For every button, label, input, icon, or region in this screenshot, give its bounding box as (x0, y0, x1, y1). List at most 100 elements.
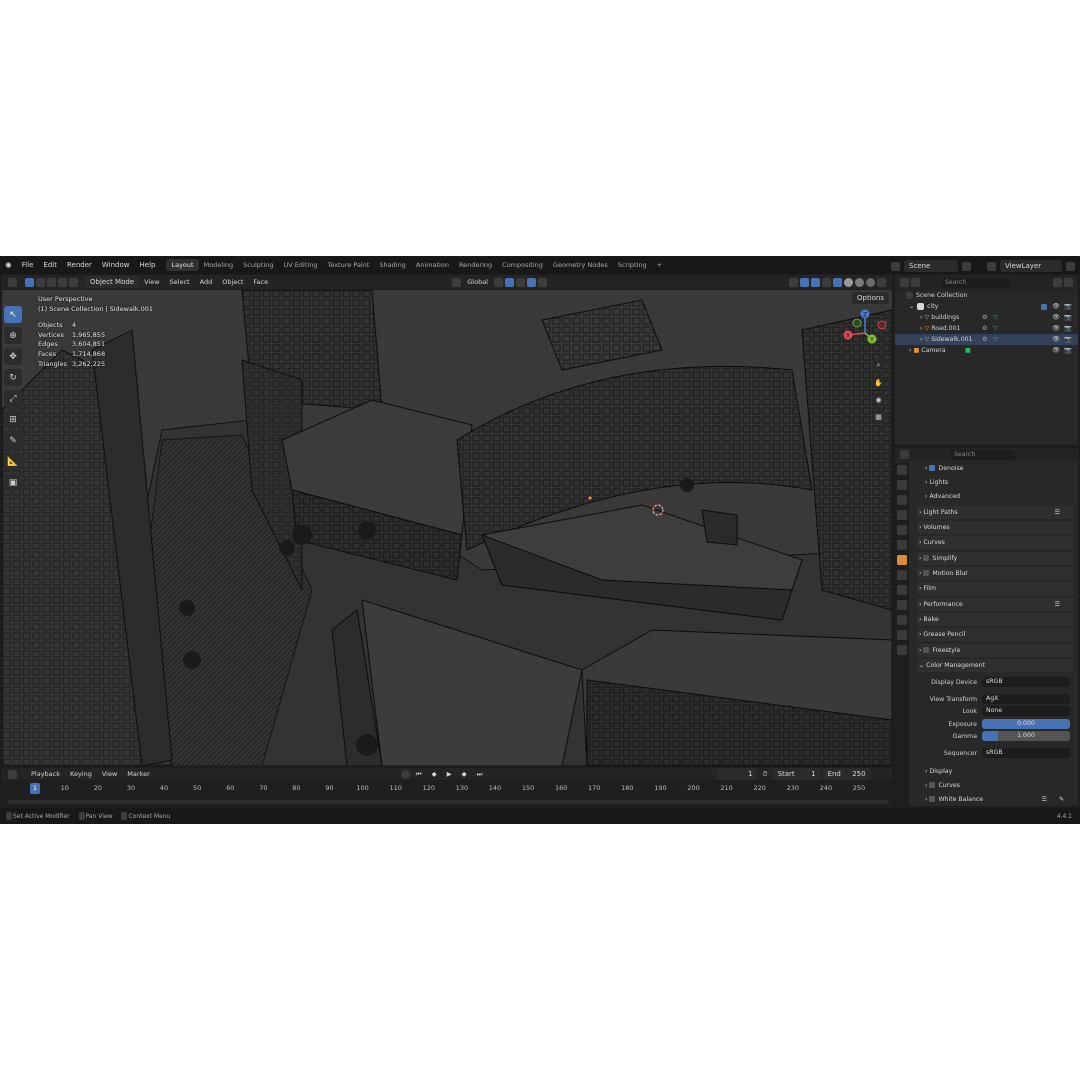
section-volumes[interactable]: › Volumes (917, 521, 1074, 534)
render-camera-icon[interactable]: 📷 (1064, 323, 1072, 334)
camera-view-icon[interactable]: ◉ (872, 393, 885, 406)
expand-arrow-icon[interactable]: › (920, 336, 922, 343)
move-tool-icon[interactable]: ✥ (4, 348, 22, 365)
current-frame-field[interactable]: 1 (717, 768, 758, 780)
clock-icon[interactable]: ⏱ (757, 770, 772, 779)
next-key-icon[interactable]: ◆ (457, 770, 472, 778)
section-motion-blur[interactable]: › Motion Blur (917, 567, 1074, 580)
xray-icon[interactable] (822, 277, 831, 287)
menu-select[interactable]: Select (165, 278, 195, 286)
timeline-keying-menu[interactable]: Keying (65, 770, 97, 778)
transform-orientation-icon[interactable] (452, 277, 462, 287)
expand-arrow-icon[interactable]: › (909, 347, 911, 354)
outliner-row-buildings[interactable]: › ▽ buildings ⚙ ▽ 👁 📷 (895, 312, 1078, 323)
visibility-eye-icon[interactable]: 👁 (1052, 345, 1060, 356)
expand-arrow-icon[interactable]: › (920, 325, 922, 332)
view-layer-field[interactable]: ViewLayer (1000, 260, 1062, 272)
transform-tool-icon[interactable]: ⊞ (4, 411, 22, 428)
scene-field[interactable]: Scene (904, 260, 958, 272)
modifier-tab-icon[interactable] (897, 570, 907, 580)
curves-checkbox[interactable] (929, 782, 936, 788)
menu-help[interactable]: Help (135, 261, 161, 269)
3d-viewport[interactable]: User Perspective (1) Scene Collection | … (2, 290, 892, 766)
start-frame-field[interactable]: Start 1 (772, 768, 821, 780)
denoise-row[interactable]: › Denoise (925, 462, 1074, 475)
select-subtract-icon[interactable] (47, 277, 56, 287)
timeline-marker-menu[interactable]: Marker (122, 770, 154, 778)
outliner-row-road[interactable]: › ▽ Road.001 ⚙ ▽ 👁 📷 (895, 323, 1078, 334)
display-mode-icon[interactable] (911, 278, 920, 287)
tool-tab-icon[interactable] (897, 465, 907, 475)
menu-window[interactable]: Window (97, 261, 135, 269)
tab-modeling[interactable]: Modeling (199, 259, 239, 271)
outliner-editor-icon[interactable] (900, 278, 909, 287)
zoom-icon[interactable]: ⌕ (872, 359, 885, 372)
mode-dropdown[interactable]: Object Mode (85, 276, 140, 288)
scene-icon[interactable] (891, 261, 900, 271)
tab-rendering[interactable]: Rendering (454, 259, 497, 271)
freestyle-checkbox[interactable] (923, 647, 930, 653)
sequencer-dropdown[interactable]: sRGB (982, 748, 1070, 758)
navigation-gizmo[interactable]: Z X Y (840, 308, 890, 358)
scale-tool-icon[interactable]: ⤢ (4, 390, 22, 407)
section-curves[interactable]: › Curves (917, 536, 1074, 549)
menu-object[interactable]: Object (217, 278, 248, 286)
render-camera-icon[interactable]: 📷 (1064, 301, 1072, 312)
section-performance[interactable]: › Performance ☰ (917, 598, 1074, 611)
outliner-row-camera[interactable]: › ■ Camera ■ 👁 📷 (895, 345, 1078, 356)
shading-material-icon[interactable] (855, 277, 864, 287)
tab-texture-paint[interactable]: Texture Paint (322, 259, 374, 271)
display-subpanel[interactable]: › Display (925, 765, 1074, 778)
menu-file[interactable]: File (17, 261, 39, 269)
view-layer-icon[interactable] (987, 261, 996, 271)
section-bake[interactable]: › Bake (917, 613, 1074, 626)
visibility-eye-icon[interactable]: 👁 (1052, 334, 1060, 345)
denoise-checkbox[interactable] (929, 465, 936, 471)
physics-tab-icon[interactable] (897, 600, 907, 610)
exposure-slider[interactable]: 0.000 (982, 719, 1070, 729)
menu-render[interactable]: Render (62, 261, 97, 269)
jump-end-icon[interactable]: ⏭ (472, 770, 488, 779)
prev-key-icon[interactable]: ◆ (427, 770, 442, 778)
simplify-checkbox[interactable] (923, 555, 930, 561)
tab-uv-editing[interactable]: UV Editing (279, 259, 323, 271)
snap-target-icon[interactable] (516, 277, 525, 287)
visibility-eye-icon[interactable]: 👁 (1052, 323, 1060, 334)
filter-icon[interactable] (1053, 278, 1062, 287)
render-tab-icon[interactable] (897, 480, 907, 490)
tab-layout[interactable]: Layout (166, 259, 199, 271)
world-tab-icon[interactable] (897, 540, 907, 550)
select-intersect-icon[interactable] (69, 277, 78, 287)
view-transform-dropdown[interactable]: AgX (982, 694, 1070, 704)
outliner-search-input[interactable]: Search (941, 277, 1011, 288)
list-icon[interactable]: ☰ (1041, 793, 1047, 806)
section-freestyle[interactable]: › Freestyle (917, 644, 1074, 657)
material-tab-icon[interactable] (897, 645, 907, 655)
shading-options-icon[interactable] (877, 277, 886, 287)
select-invert-icon[interactable] (58, 277, 67, 287)
measure-tool-icon[interactable]: 📐 (4, 453, 22, 470)
constraints-tab-icon[interactable] (897, 615, 907, 625)
lights-subpanel[interactable]: › Lights (925, 476, 1074, 489)
expand-arrow-icon[interactable]: ⌄ (909, 303, 914, 310)
select-extend-icon[interactable] (36, 277, 45, 287)
advanced-subpanel[interactable]: › Advanced (925, 490, 1074, 503)
blender-logo-icon[interactable]: ✺ (0, 261, 17, 270)
curves-subpanel[interactable]: › Curves (925, 779, 1074, 792)
section-grease-pencil[interactable]: › Grease Pencil (917, 628, 1074, 641)
view-layer-tab-icon[interactable] (897, 510, 907, 520)
jump-start-icon[interactable]: ⏮ (411, 770, 427, 779)
menu-edit[interactable]: Edit (38, 261, 62, 269)
perspective-grid-icon[interactable]: ▦ (872, 410, 885, 423)
new-view-layer-icon[interactable] (1066, 261, 1075, 271)
proportional-edit-icon[interactable] (527, 277, 536, 287)
section-color-management[interactable]: ⌄ Color Management (917, 659, 1074, 672)
tab-sculpting[interactable]: Sculpting (238, 259, 278, 271)
tab-shading[interactable]: Shading (374, 259, 410, 271)
exclude-checkbox[interactable] (1041, 303, 1047, 310)
eyedropper-icon[interactable]: ✎ (1059, 793, 1064, 806)
timeline-view-menu[interactable]: View (97, 770, 122, 778)
visibility-eye-icon[interactable]: 👁 (1052, 301, 1060, 312)
select-box-icon[interactable] (25, 277, 34, 287)
properties-search-input[interactable]: Search (950, 449, 1015, 460)
